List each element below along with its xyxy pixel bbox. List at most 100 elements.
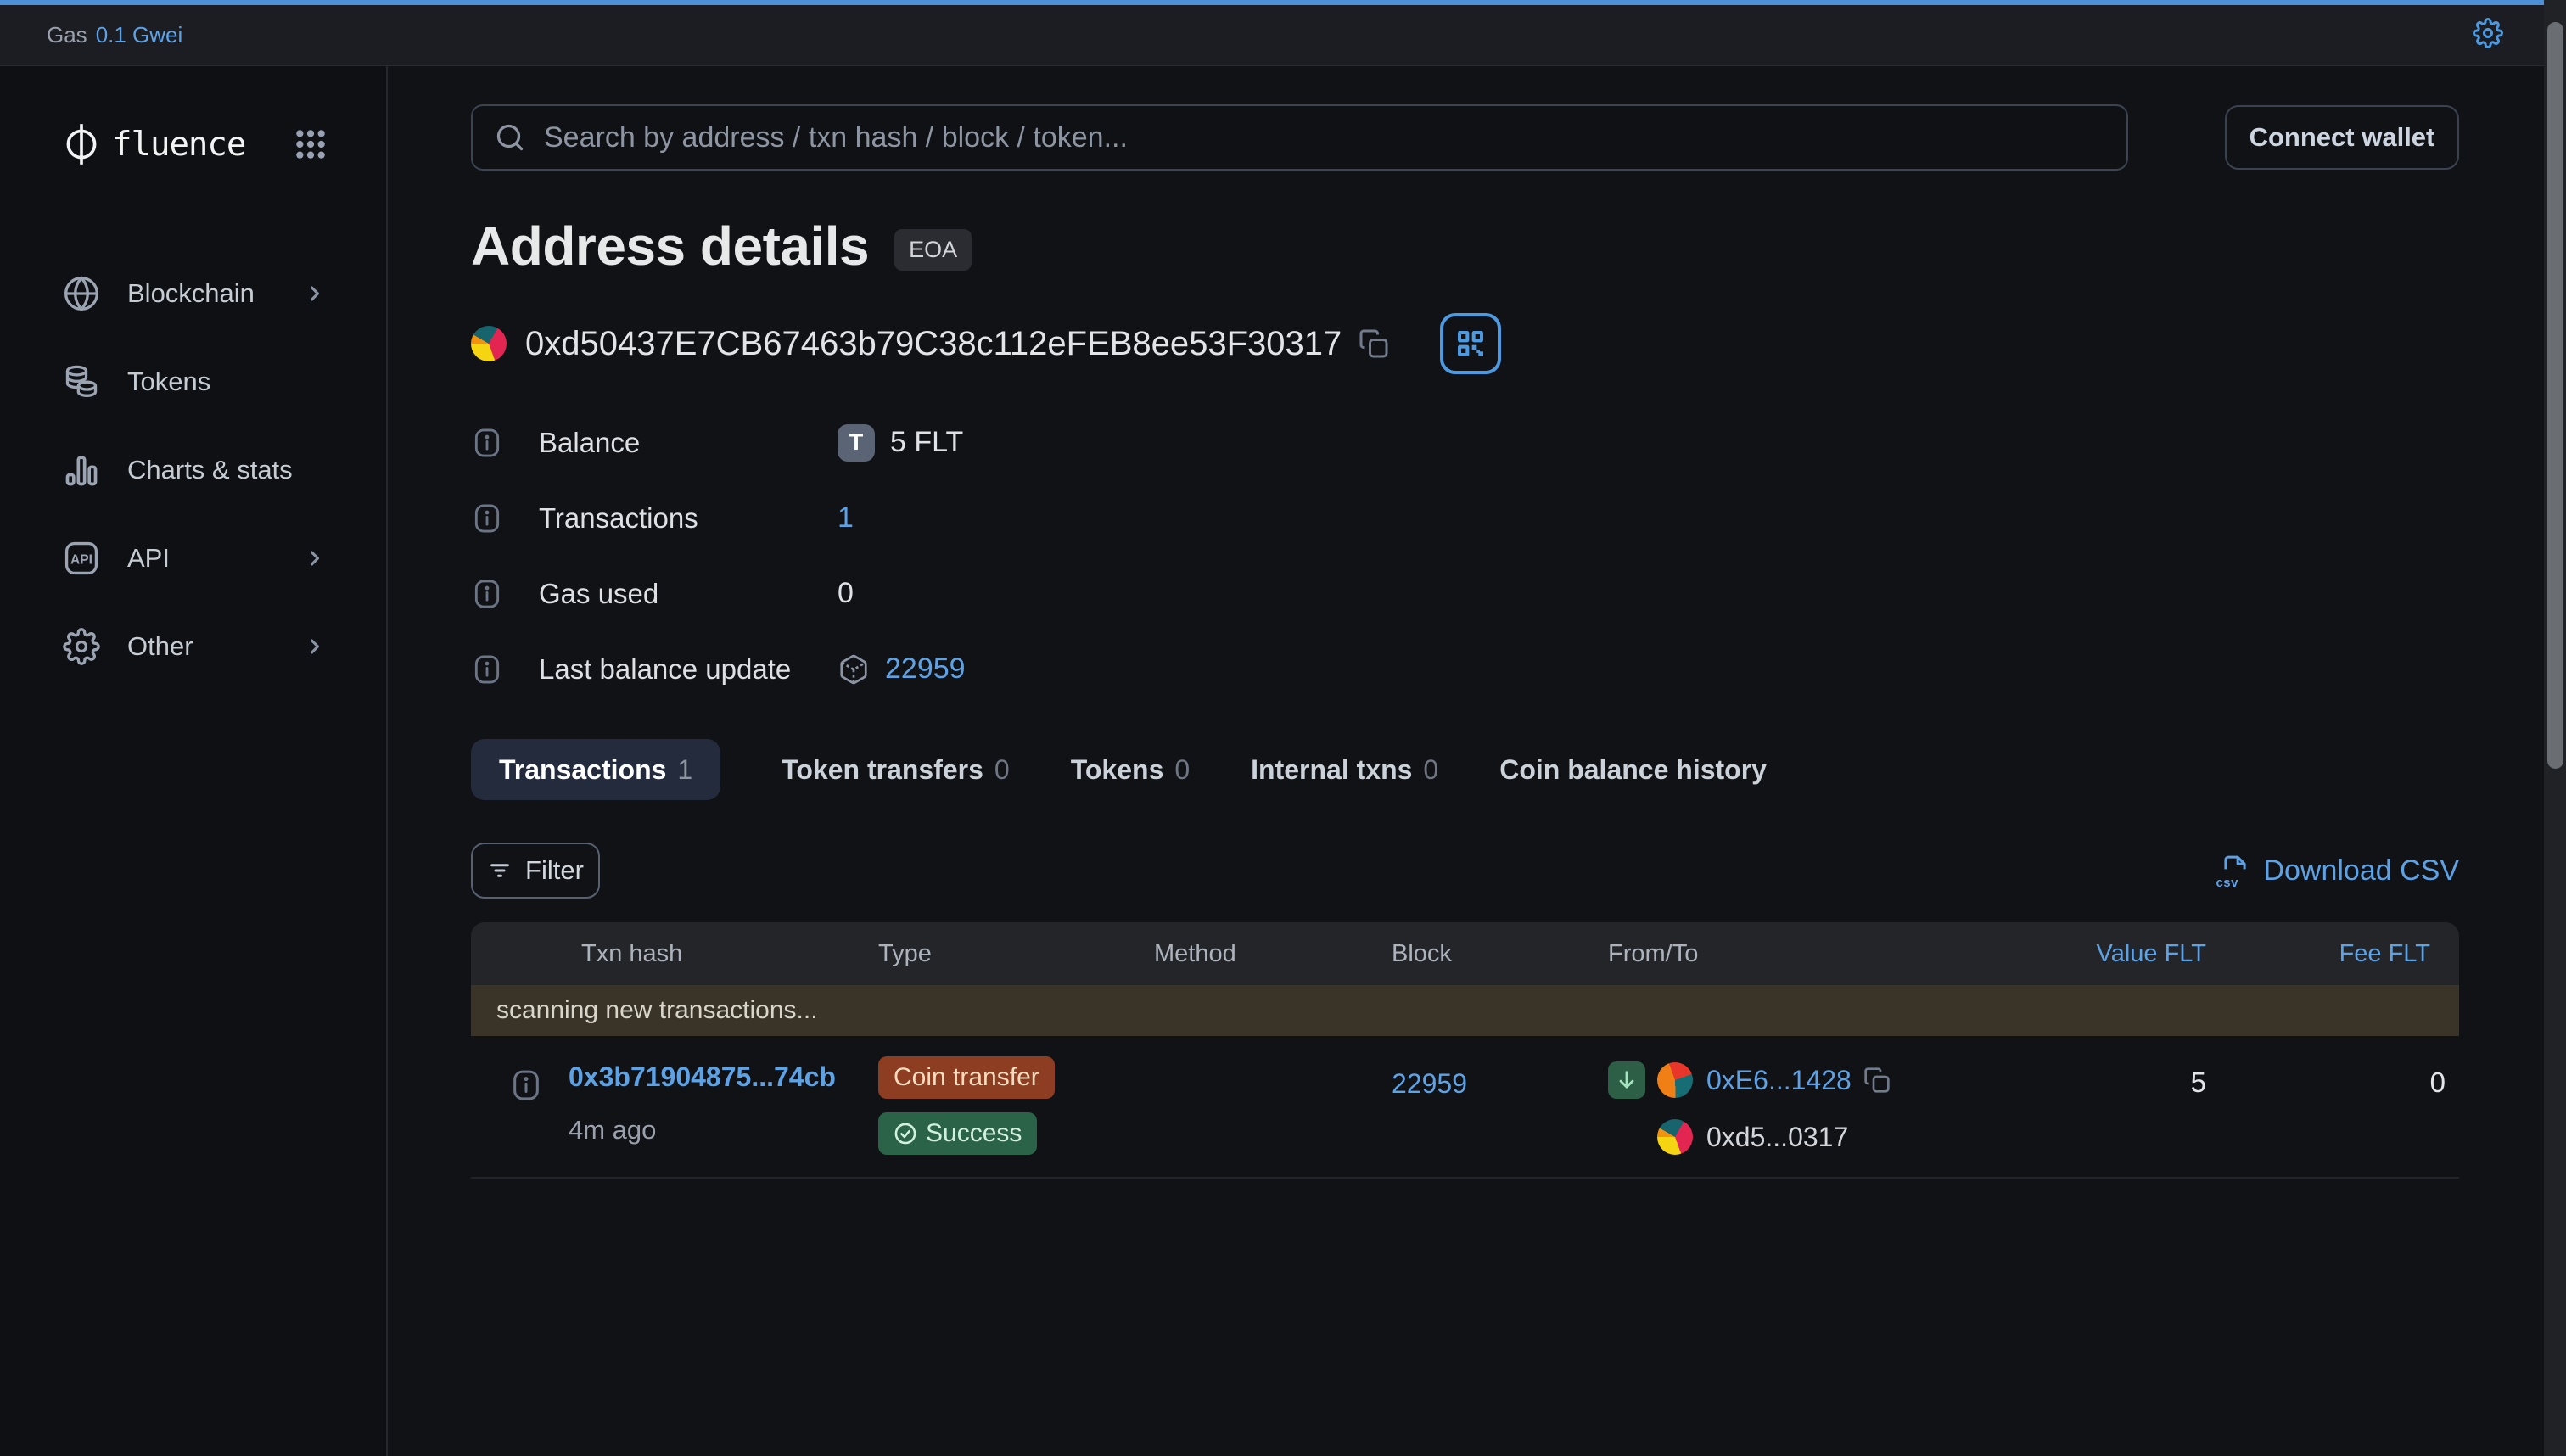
tx-info-icon[interactable] xyxy=(509,1068,543,1155)
col-block: Block xyxy=(1392,940,1608,968)
logo-text: fluence xyxy=(112,126,245,164)
address-hash[interactable]: 0xd50437E7CB67463b79C38c112eFEB8ee53F303… xyxy=(525,325,1342,363)
txn-method xyxy=(1154,1036,1392,1155)
search-input[interactable] xyxy=(544,121,2104,154)
bar-chart-icon xyxy=(63,451,100,489)
txn-status-badge: Success xyxy=(878,1112,1037,1155)
token-icon: T xyxy=(838,424,875,462)
tab-count: 0 xyxy=(1174,754,1190,786)
csv-file-icon: csv xyxy=(2219,854,2251,887)
sidebar-item-label: Blockchain xyxy=(127,278,303,309)
coins-icon xyxy=(63,363,100,400)
balance-value: 5 FLT xyxy=(890,426,963,459)
last-balance-update-block-link[interactable]: 22959 xyxy=(885,652,966,686)
grid-dots-icon[interactable] xyxy=(294,128,327,160)
chevron-right-icon xyxy=(303,546,327,570)
incoming-arrow-icon xyxy=(1608,1061,1645,1099)
table-header: Txn hash Type Method Block From/To Value… xyxy=(471,922,2459,985)
sidebar-item-charts-stats[interactable]: Charts & stats xyxy=(0,426,386,514)
sidebar-item-blockchain[interactable]: Blockchain xyxy=(0,249,386,338)
balance-label: Balance xyxy=(539,427,838,459)
from-avatar xyxy=(1657,1062,1693,1098)
info-hint-icon[interactable] xyxy=(471,502,503,535)
txn-fee: 0 xyxy=(2206,1036,2459,1155)
filter-icon xyxy=(487,858,513,883)
txn-age: 4m ago xyxy=(569,1115,836,1145)
tab-label: Coin balance history xyxy=(1499,754,1767,786)
info-hint-icon[interactable] xyxy=(471,578,503,610)
gas-used-value: 0 xyxy=(838,577,854,610)
settings-gear-icon[interactable] xyxy=(2473,18,2503,48)
sidebar-item-label: Tokens xyxy=(127,367,327,397)
address-avatar xyxy=(471,326,507,361)
tab-internal-txns[interactable]: Internal txns 0 xyxy=(1251,739,1438,800)
col-fee-flt[interactable]: Fee FLT xyxy=(2206,940,2459,968)
sidebar-item-tokens[interactable]: Tokens xyxy=(0,338,386,426)
page-title: Address details xyxy=(471,215,869,277)
info-hint-icon[interactable] xyxy=(471,653,503,686)
info-row-balance: Balance T 5 FLT xyxy=(471,405,2459,480)
search-bar[interactable] xyxy=(471,104,2128,171)
last-balance-update-label: Last balance update xyxy=(539,653,838,686)
block-cube-icon xyxy=(838,653,870,686)
sidebar-item-label: Other xyxy=(127,631,303,662)
tab-tokens[interactable]: Tokens 0 xyxy=(1071,739,1190,800)
sidebar-item-api[interactable]: API API xyxy=(0,514,386,602)
txn-value: 5 xyxy=(1998,1036,2206,1155)
col-from-to: From/To xyxy=(1608,940,1998,968)
to-address: 0xd5...0317 xyxy=(1706,1122,1848,1153)
qr-code-button[interactable] xyxy=(1440,313,1501,374)
info-row-gas-used: Gas used 0 xyxy=(471,556,2459,631)
col-type: Type xyxy=(878,940,1154,968)
tab-token-transfers[interactable]: Token transfers 0 xyxy=(782,739,1010,800)
txn-hash-link[interactable]: 0x3b71904875...74cb xyxy=(569,1061,836,1093)
tab-transactions[interactable]: Transactions 1 xyxy=(471,739,720,800)
tab-label: Internal txns xyxy=(1251,754,1412,786)
filter-button[interactable]: Filter xyxy=(471,843,600,899)
gear-icon xyxy=(63,628,100,665)
status-label: Success xyxy=(926,1119,1022,1148)
csv-label: csv xyxy=(2216,876,2238,890)
gas-label: Gas xyxy=(47,22,87,48)
download-csv-label: Download CSV xyxy=(2263,854,2459,888)
to-avatar xyxy=(1657,1119,1693,1155)
transactions-table: Txn hash Type Method Block From/To Value… xyxy=(471,922,2459,1179)
download-csv-link[interactable]: csv Download CSV xyxy=(2219,854,2459,888)
api-icon: API xyxy=(63,540,100,577)
tab-coin-balance-history[interactable]: Coin balance history xyxy=(1499,739,1767,800)
copy-address-icon[interactable] xyxy=(1359,328,1389,359)
tab-count: 0 xyxy=(994,754,1010,786)
tab-bar: Transactions 1 Token transfers 0 Tokens … xyxy=(471,739,2459,800)
topbar: Gas 0.1 Gwei xyxy=(0,5,2566,66)
transactions-label: Transactions xyxy=(539,502,838,535)
gas-value[interactable]: 0.1 Gwei xyxy=(96,22,183,48)
eoa-badge: EOA xyxy=(894,229,972,271)
block-link[interactable]: 22959 xyxy=(1392,1068,1467,1099)
tab-label: Transactions xyxy=(499,754,666,786)
from-address-link[interactable]: 0xE6...1428 xyxy=(1706,1065,1852,1096)
tab-label: Token transfers xyxy=(782,754,983,786)
main-content: Connect wallet Address details EOA 0xd50… xyxy=(388,66,2566,1456)
txn-type-badge: Coin transfer xyxy=(878,1056,1055,1099)
gas-tracker: Gas 0.1 Gwei xyxy=(47,22,182,48)
chevron-right-icon xyxy=(303,635,327,658)
col-txn-hash: Txn hash xyxy=(471,940,878,968)
tab-label: Tokens xyxy=(1071,754,1164,786)
info-row-last-balance-update: Last balance update 22959 xyxy=(471,631,2459,707)
scrollbar-thumb[interactable] xyxy=(2547,22,2563,769)
tab-count: 1 xyxy=(677,754,692,786)
info-hint-icon[interactable] xyxy=(471,427,503,459)
fluence-logo[interactable]: fluence xyxy=(63,122,245,166)
svg-text:API: API xyxy=(70,552,92,567)
sidebar-item-other[interactable]: Other xyxy=(0,602,386,691)
connect-wallet-button[interactable]: Connect wallet xyxy=(2225,105,2459,170)
phi-icon xyxy=(63,122,100,166)
globe-icon xyxy=(63,275,100,312)
info-row-transactions: Transactions 1 xyxy=(471,480,2459,556)
scanning-banner: scanning new transactions... xyxy=(471,985,2459,1036)
transactions-count-link[interactable]: 1 xyxy=(838,501,854,535)
col-value-flt[interactable]: Value FLT xyxy=(1998,940,2206,968)
sidebar: fluence Blockchain Tokens xyxy=(0,66,388,1456)
chevron-right-icon xyxy=(303,282,327,305)
copy-from-address-icon[interactable] xyxy=(1863,1067,1891,1094)
